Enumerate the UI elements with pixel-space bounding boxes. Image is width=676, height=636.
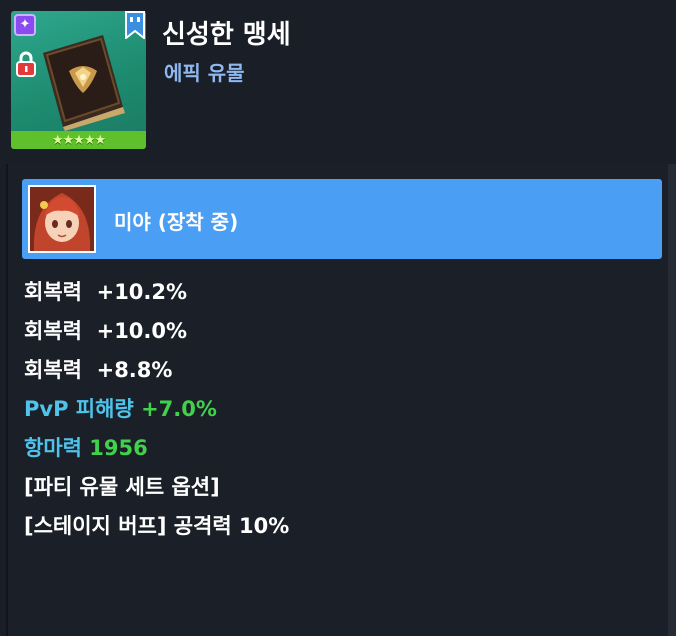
stat-row-pvp: PvP 피해량 +7.0% [24, 391, 654, 430]
stat-name: [파티 유물 세트 옵션] [24, 475, 220, 499]
hero-portrait-image [30, 187, 94, 251]
item-name: 신성한 맹세 [162, 20, 291, 50]
set-option-header: [파티 유물 세트 옵션] [24, 469, 654, 508]
bookmark-icon[interactable] [124, 11, 146, 39]
stat-name: 항마력 [24, 436, 82, 460]
item-header: ✦ ★★★★★ 신성한 맹세 에픽 유물 [0, 0, 676, 163]
stat-value: 10% [239, 514, 290, 538]
stage-buff-row: [스테이지 버프] 공격력 10% [24, 508, 654, 547]
stat-value: +7.0% [141, 397, 217, 421]
star-rating: ★★★★★ [11, 131, 146, 149]
scrollbar[interactable] [668, 164, 676, 636]
stat-name: 회복력 [24, 319, 82, 343]
stat-list: 회복력 +10.2% 회복력 +10.0% 회복력 +8.8% PvP 피해량 … [24, 274, 654, 547]
stat-name: [스테이지 버프] 공격력 [24, 514, 232, 538]
book-icon [43, 35, 125, 131]
equipped-hero-label: 미야 (장착 중) [114, 210, 239, 234]
stat-row-resistance: 항마력 1956 [24, 430, 654, 469]
stat-row: 회복력 +8.8% [24, 352, 654, 391]
equipped-hero-bar[interactable]: 미야 (장착 중) [22, 179, 662, 259]
item-detail-panel: 미야 (장착 중) 회복력 +10.2% 회복력 +10.0% 회복력 +8.8… [6, 164, 668, 636]
hero-avatar [28, 185, 96, 253]
stat-value: +10.2% [96, 280, 188, 304]
stat-name: 회복력 [24, 280, 82, 304]
stat-value: +10.0% [96, 319, 188, 343]
item-grade: 에픽 유물 [164, 61, 245, 85]
sparkle-grade-icon: ✦ [14, 14, 36, 36]
stat-name: 회복력 [24, 358, 82, 382]
stat-row: 회복력 +10.2% [24, 274, 654, 313]
stat-row: 회복력 +10.0% [24, 313, 654, 352]
stat-value: +8.8% [96, 358, 173, 382]
lock-icon[interactable] [15, 51, 37, 77]
stat-value: 1956 [89, 436, 148, 460]
stat-name: PvP 피해량 [24, 397, 134, 421]
